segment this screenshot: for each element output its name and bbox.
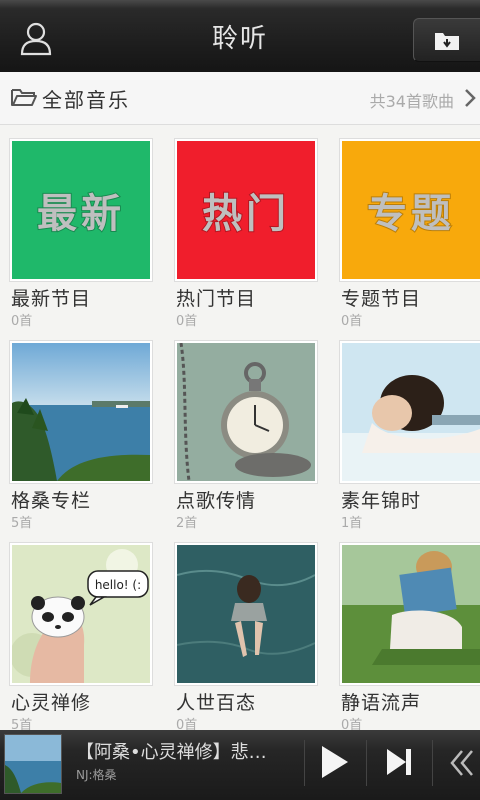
tile-name: 素年锦时	[341, 490, 422, 512]
coast-landscape-image	[12, 343, 150, 481]
song-title: 【阿桑•心灵禅修】悲…	[76, 742, 267, 763]
chevron-right-icon	[465, 89, 476, 107]
tile-image: 热门	[174, 138, 318, 282]
tile-name: 热门节目	[176, 288, 257, 310]
double-chevron-left-icon[interactable]	[448, 748, 476, 778]
sleeping-girl-image	[342, 343, 480, 481]
play-icon[interactable]	[318, 744, 350, 780]
divider	[432, 740, 433, 786]
tile-image	[9, 340, 153, 484]
tile-image: hello! (:	[9, 542, 153, 686]
tile-name: 专题节目	[341, 288, 422, 310]
bubble-text: hello! (:	[95, 578, 141, 592]
folder-icon	[11, 89, 37, 106]
tile-image	[174, 340, 318, 484]
now-playing-bar[interactable]: 【阿桑•心灵禅修】悲… NJ:格桑	[0, 730, 480, 800]
tile-count: 0首	[341, 314, 363, 329]
download-folder-button[interactable]	[413, 18, 480, 62]
category-bar[interactable]: 全部音乐 共34首歌曲	[0, 72, 480, 125]
tile-image: 最新	[9, 138, 153, 282]
tile-name: 点歌传情	[176, 490, 257, 512]
pocket-watch-image	[177, 343, 315, 481]
tile-name: 心灵禅修	[11, 692, 92, 714]
tile-count: 5首	[11, 516, 33, 531]
now-playing-thumbnail	[4, 734, 62, 794]
tile-name: 最新节目	[11, 288, 92, 310]
tile-count: 1首	[341, 516, 363, 531]
nj-label: NJ:格桑	[76, 768, 117, 782]
tile-color-block: 热门	[177, 141, 315, 279]
divider	[366, 740, 367, 786]
tile-name: 人世百态	[176, 692, 257, 714]
tile-color-block: 最新	[12, 141, 150, 279]
song-count: 共34首歌曲	[369, 92, 454, 111]
reading-girl-image	[342, 545, 480, 683]
tile-name: 格桑专栏	[11, 490, 92, 512]
tile-count: 0首	[176, 314, 198, 329]
block-text: 热门	[201, 190, 290, 238]
tile-name: 静语流声	[341, 692, 422, 714]
girl-in-water-image	[177, 545, 315, 683]
tile-image	[339, 542, 480, 686]
tile-image: 专题	[339, 138, 480, 282]
title-bar: 聆听	[0, 0, 480, 72]
block-text: 专题	[366, 190, 455, 238]
category-label: 全部音乐	[42, 88, 130, 112]
block-text: 最新	[36, 190, 125, 238]
page-title: 聆听	[211, 24, 268, 54]
next-track-icon[interactable]	[384, 746, 414, 778]
download-folder-icon	[435, 33, 459, 50]
tile-image	[339, 340, 480, 484]
tile-image	[174, 542, 318, 686]
tile-count: 0首	[11, 314, 33, 329]
panda-finger-image: hello! (:	[12, 545, 150, 683]
divider	[304, 740, 305, 786]
tile-color-block: 专题	[342, 141, 480, 279]
tile-count: 2首	[176, 516, 198, 531]
